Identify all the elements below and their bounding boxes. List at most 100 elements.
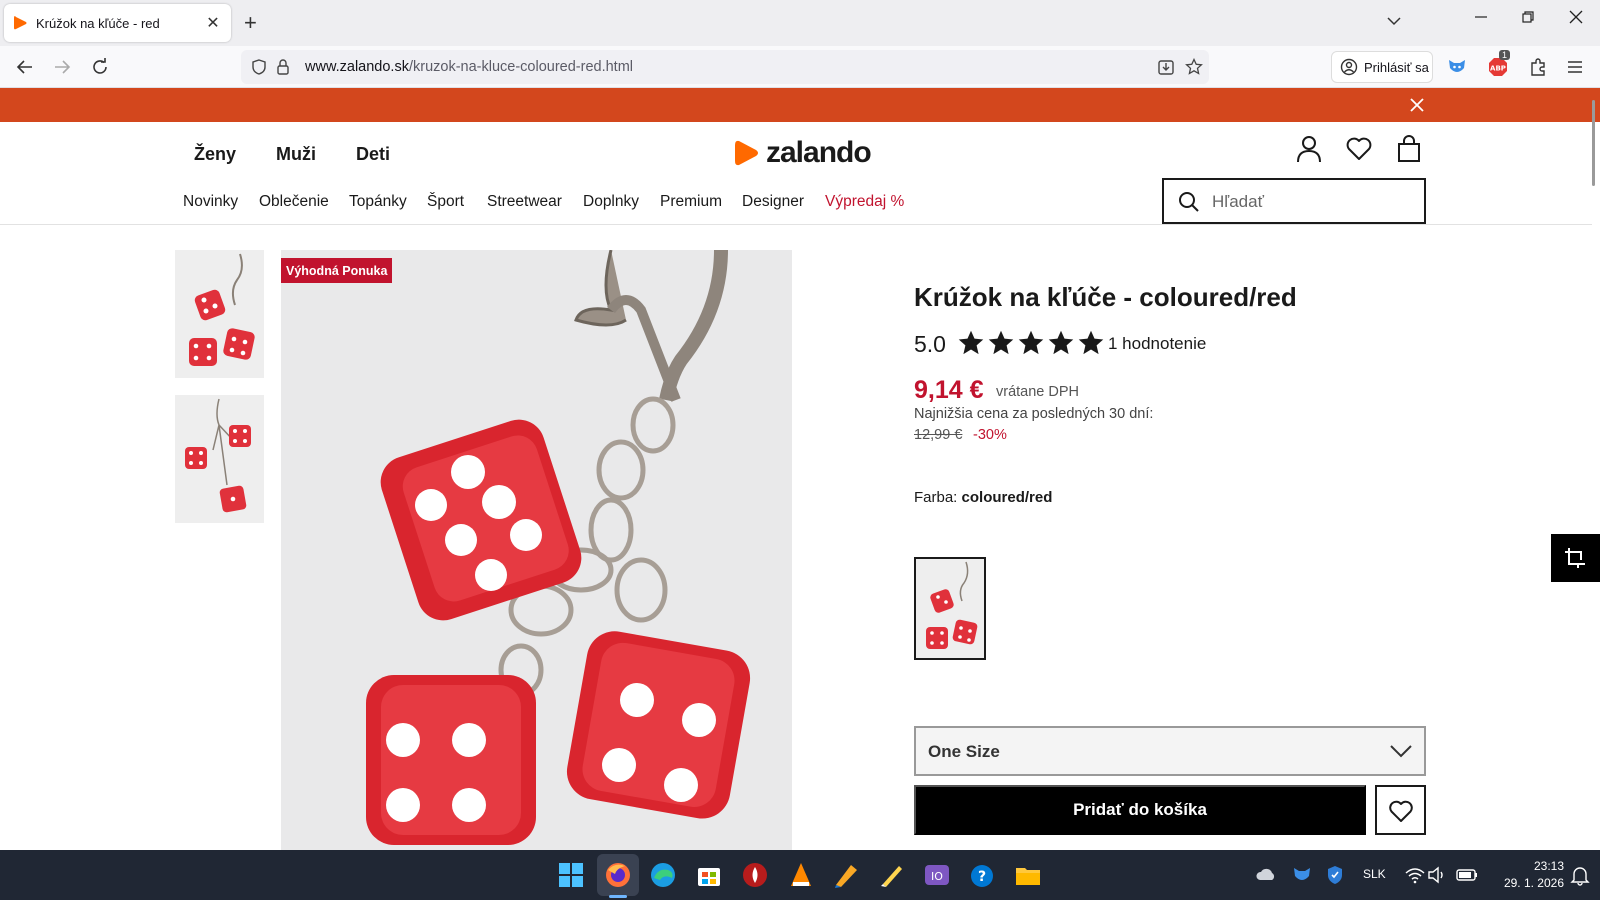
extensions-puzzle-icon[interactable]	[1527, 56, 1549, 78]
chevron-down-icon	[1390, 745, 1412, 758]
clock-time: 23:13	[1533, 859, 1564, 873]
product-thumbnail-2[interactable]	[175, 395, 264, 523]
close-window-icon[interactable]	[1569, 10, 1583, 24]
forward-icon[interactable]	[51, 56, 73, 78]
shopping-bag-icon[interactable]	[1395, 134, 1423, 164]
lock-icon[interactable]	[275, 58, 291, 76]
security-shield-icon[interactable]	[1324, 864, 1346, 886]
language-indicator[interactable]: SLK	[1363, 867, 1386, 881]
system-clock[interactable]: 23:13 29. 1. 2026	[1490, 858, 1564, 892]
tray-fox-icon[interactable]	[1291, 864, 1313, 886]
app-brush-icon[interactable]	[877, 860, 907, 890]
bookmark-star-icon[interactable]	[1185, 58, 1203, 76]
back-icon[interactable]	[14, 56, 36, 78]
extension-badge: 1	[1499, 50, 1511, 60]
search-placeholder: Hľadať	[1212, 192, 1264, 211]
file-explorer-icon[interactable]	[1013, 860, 1043, 890]
zalando-favicon-icon	[14, 16, 27, 30]
zalando-logo[interactable]: zalando	[734, 136, 872, 170]
list-all-tabs-icon[interactable]	[1386, 13, 1402, 29]
wishlist-heart-icon[interactable]	[1345, 134, 1373, 164]
category-designer[interactable]: Designer	[742, 193, 804, 211]
color-label: Farba:	[914, 489, 958, 506]
category-topanky[interactable]: Topánky	[349, 193, 407, 211]
battery-icon[interactable]	[1455, 864, 1479, 886]
side-crop-tool-button[interactable]	[1551, 534, 1600, 582]
promo-banner	[0, 88, 1600, 122]
rating-value: 5.0	[914, 331, 946, 357]
address-bar[interactable]: www.zalando.sk/kruzok-na-kluce-coloured-…	[241, 50, 1209, 84]
app-red-circle-icon[interactable]	[740, 860, 770, 890]
color-info: Farba: coloured/red	[914, 489, 1052, 506]
close-banner-icon[interactable]	[1407, 95, 1427, 115]
category-streetwear[interactable]: Streetwear	[487, 193, 562, 211]
product-price: 9,14 €	[914, 376, 984, 404]
menu-hamburger-icon[interactable]	[1564, 56, 1586, 78]
star-icon	[1048, 330, 1074, 355]
color-swatch[interactable]	[914, 557, 986, 660]
minimize-icon[interactable]	[1474, 10, 1488, 24]
clock-date: 29. 1. 2026	[1503, 876, 1564, 890]
dice-keychain-image	[185, 398, 251, 513]
nav-women[interactable]: Ženy	[194, 144, 236, 165]
adblock-extension-icon[interactable]: ABP 1	[1487, 50, 1511, 78]
edge-icon[interactable]	[648, 860, 678, 890]
onedrive-cloud-icon[interactable]	[1255, 864, 1277, 886]
reload-icon[interactable]	[89, 56, 111, 78]
category-novinky[interactable]: Novinky	[183, 193, 238, 211]
tab-title: Krúžok na kľúče - red	[36, 15, 160, 31]
category-oblecenie[interactable]: Oblečenie	[259, 193, 329, 211]
search-input[interactable]: Hľadať	[1162, 178, 1426, 224]
volume-icon[interactable]	[1426, 864, 1448, 886]
discount-percent: -30%	[973, 427, 1007, 443]
category-premium[interactable]: Premium	[660, 193, 722, 211]
firefox-icon[interactable]	[603, 860, 633, 890]
wifi-icon[interactable]	[1404, 864, 1426, 886]
new-tab-button[interactable]: +	[244, 12, 257, 34]
nav-men[interactable]: Muži	[276, 144, 316, 165]
browser-tab-bar: Krúžok na kľúče - red ✕ +	[0, 0, 1600, 46]
color-value: coloured/red	[961, 489, 1053, 506]
size-value: One Size	[928, 742, 1000, 761]
account-icon[interactable]	[1295, 134, 1323, 164]
help-icon[interactable]: ?	[967, 860, 997, 890]
size-dropdown[interactable]: One Size	[914, 726, 1426, 776]
add-to-wishlist-button[interactable]	[1375, 785, 1426, 835]
site-header: Ženy Muži Deti zalando Novinky Oblečenie…	[0, 122, 1592, 225]
category-doplnky[interactable]: Doplnky	[583, 193, 639, 211]
old-price: 12,99 €	[914, 427, 963, 443]
app-code-icon[interactable]: IO	[922, 860, 952, 890]
svg-text:?: ?	[978, 869, 986, 885]
rating-count-link[interactable]: 1 hodnotenie	[1108, 334, 1206, 354]
page-scrollbar[interactable]	[1592, 100, 1595, 186]
url-domain: www.zalando.sk	[305, 59, 409, 75]
category-sale[interactable]: Výpredaj %	[825, 193, 904, 211]
shield-icon[interactable]	[250, 58, 268, 76]
product-main-image[interactable]	[281, 250, 792, 850]
product-title: Krúžok na kľúče - coloured/red	[914, 282, 1297, 312]
save-to-device-icon[interactable]	[1157, 58, 1175, 76]
restore-icon[interactable]	[1521, 10, 1535, 24]
rating-stars[interactable]	[957, 329, 1105, 357]
lowest-price-label: Najnižšia cena za posledných 30 dní:	[914, 406, 1154, 422]
vlc-icon[interactable]	[786, 860, 816, 890]
vat-note: vrátane DPH	[996, 384, 1080, 400]
star-icon	[958, 330, 984, 355]
nav-kids[interactable]: Deti	[356, 144, 390, 165]
category-sport[interactable]: Šport	[427, 193, 464, 211]
app-pen-icon[interactable]	[831, 860, 861, 890]
browser-tab[interactable]: Krúžok na kľúče - red ✕	[4, 4, 231, 42]
notification-bell-icon[interactable]	[1570, 864, 1590, 886]
microsoft-store-icon[interactable]	[694, 860, 724, 890]
windows-taskbar: IO ? SLK	[0, 850, 1600, 900]
svg-text:ABP: ABP	[1490, 65, 1506, 73]
logo-text: zalando	[766, 136, 872, 169]
start-menu-icon[interactable]	[556, 860, 586, 890]
heart-icon	[1389, 800, 1413, 822]
add-to-cart-button[interactable]: Pridať do košíka	[914, 785, 1366, 835]
tab-close-icon[interactable]: ✕	[203, 13, 223, 33]
signin-button[interactable]: Prihlásiť sa	[1331, 51, 1433, 83]
extension-fox-icon[interactable]	[1446, 56, 1468, 78]
product-thumbnail-1[interactable]	[175, 250, 264, 378]
deal-badge: Výhodná Ponuka	[281, 258, 393, 283]
